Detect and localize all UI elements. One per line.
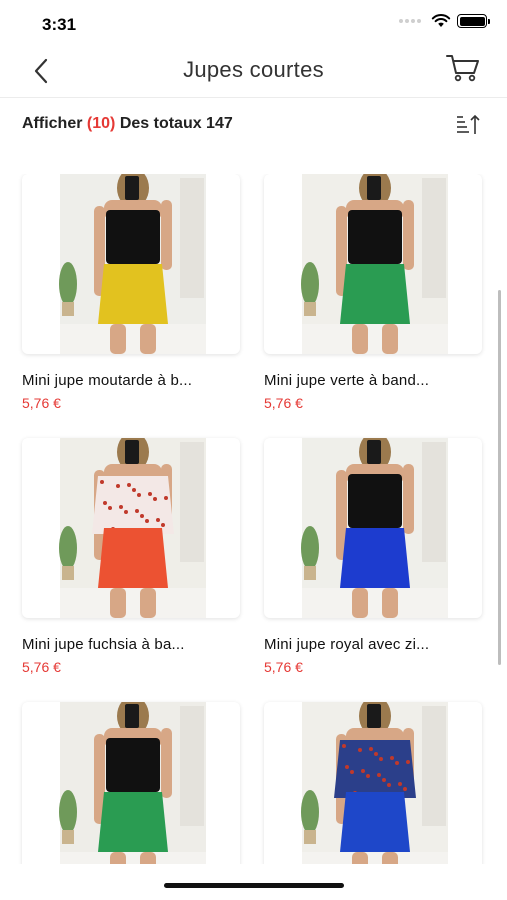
product-image[interactable] (22, 438, 240, 618)
home-indicator[interactable] (164, 883, 344, 888)
product-card[interactable] (264, 702, 482, 864)
display-label: Afficher (22, 115, 83, 132)
product-grid: Mini jupe moutarde à b... 5,76 € Mini ju… (0, 174, 507, 864)
filter-bar: Afficher (10) Des totaux 147 (0, 99, 507, 151)
product-card[interactable]: Mini jupe fuchsia à ba... 5,76 € (22, 438, 240, 675)
product-name[interactable]: Mini jupe royal avec zi... (264, 636, 482, 653)
product-price: 5,76 € (264, 395, 303, 411)
sort-button[interactable] (453, 111, 481, 139)
product-image[interactable] (264, 174, 482, 354)
product-price: 5,76 € (22, 659, 61, 675)
product-card[interactable] (22, 702, 240, 864)
product-card[interactable]: Mini jupe moutarde à b... 5,76 € (22, 174, 240, 411)
product-name[interactable]: Mini jupe moutarde à b... (22, 372, 240, 389)
wifi-icon (431, 14, 451, 27)
scrollbar[interactable] (498, 290, 501, 665)
cart-icon (446, 55, 479, 82)
status-time: 3:31 (42, 15, 77, 34)
results-summary: Afficher (10) Des totaux 147 (22, 115, 233, 133)
product-price: 5,76 € (22, 395, 61, 411)
cart-button[interactable] (443, 50, 483, 86)
product-name[interactable]: Mini jupe verte à band... (264, 372, 482, 389)
sort-ascending-icon (457, 114, 480, 134)
product-image[interactable] (22, 702, 240, 864)
product-image[interactable] (264, 702, 482, 864)
product-name[interactable]: Mini jupe fuchsia à ba... (22, 636, 240, 653)
battery-icon (457, 14, 490, 28)
product-image[interactable] (264, 438, 482, 618)
status-icons (399, 14, 490, 28)
display-count: (10) (86, 115, 116, 132)
status-bar: 3:31 (0, 0, 507, 44)
signal-icon (399, 19, 421, 23)
product-image[interactable] (22, 174, 240, 354)
product-price: 5,76 € (264, 659, 303, 675)
product-card[interactable]: Mini jupe verte à band... 5,76 € (264, 174, 482, 411)
total-label: Des totaux 147 (119, 115, 233, 132)
product-card[interactable]: Mini jupe royal avec zi... 5,76 € (264, 438, 482, 675)
nav-bar: Jupes courtes (0, 44, 507, 98)
page-title: Jupes courtes (183, 57, 324, 82)
